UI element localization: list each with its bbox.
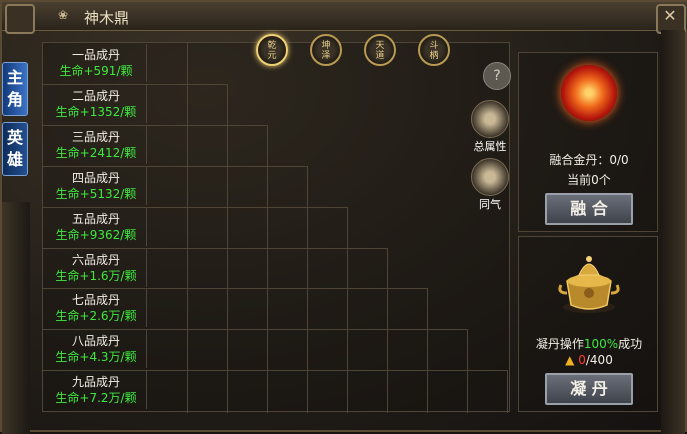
elixir-row-label: 九品成丹 生命+7.2万/颗 bbox=[46, 371, 147, 410]
close-icon[interactable]: ✕ bbox=[659, 6, 681, 26]
elixir-row: 八品成丹 生命+4.3万/颗 bbox=[43, 329, 509, 369]
elixir-bonus: 生命+4.3万/颗 bbox=[55, 350, 137, 365]
fusion-panel: 融合金丹：0/0 当前0个 融 合 bbox=[518, 52, 658, 232]
gold-ingot-icon: ▲ bbox=[565, 353, 575, 367]
window-frame: ❀ 神木鼎 ✕ 主角 英雄 一品成丹 生命+591/颗 二品成丹 生命+1352/颗三… bbox=[0, 0, 687, 434]
tab-label-hero: 英雄 bbox=[7, 128, 24, 169]
dragon-ornament-left bbox=[2, 202, 30, 434]
tab-tiandao-label: 天道 bbox=[375, 41, 385, 61]
tab-label-protagonist: 主角 bbox=[7, 68, 24, 109]
title-bar: ❀ 神木鼎 ✕ bbox=[2, 2, 687, 34]
side-tabs: 主角 英雄 bbox=[2, 62, 28, 182]
condense-op-label: 凝丹操作100%成功 bbox=[519, 335, 659, 352]
elixir-grid: 一品成丹 生命+591/颗 二品成丹 生命+1352/颗 三品成丹 生命+2412/颗 四品… bbox=[42, 42, 510, 413]
dragon-ornament-right bbox=[661, 30, 685, 434]
fusion-current-label: 当前0个 bbox=[567, 173, 611, 187]
tab-qianyuan[interactable]: 乾元 bbox=[256, 34, 288, 66]
elixir-grade: 二品成丹 bbox=[71, 88, 120, 103]
elixir-row-label: 一品成丹生命+591/颗 bbox=[46, 44, 147, 82]
elixir-row: 六品成丹 生命+1.6万/颗 bbox=[43, 248, 509, 288]
window-title: 神木鼎 bbox=[84, 9, 130, 27]
resonance-button[interactable]: 同气 bbox=[468, 158, 512, 212]
resonance-label: 同气 bbox=[479, 198, 501, 211]
total-attributes-button[interactable]: 总属性 bbox=[468, 100, 512, 154]
elixir-row-label: 六品成丹 生命+1.6万/颗 bbox=[46, 248, 147, 287]
condense-count: ▲ 0/400 bbox=[519, 353, 659, 367]
cauldron-icon bbox=[558, 256, 620, 313]
condense-count-current: 0 bbox=[578, 353, 586, 367]
elixir-row: 二品成丹 生命+1352/颗 bbox=[43, 84, 509, 124]
grid-divider bbox=[507, 370, 508, 413]
elixir-grade: 三品成丹 bbox=[71, 129, 120, 144]
condense-button[interactable]: 凝 丹 bbox=[545, 373, 633, 405]
grid-divider bbox=[43, 411, 509, 413]
condense-op-suffix: 成功 bbox=[618, 337, 643, 351]
swirl-icon: ❀ bbox=[58, 8, 69, 22]
help-icon[interactable]: ? bbox=[483, 62, 511, 90]
tab-qianyuan-label: 乾元 bbox=[267, 41, 277, 61]
elixir-row-label: 七品成丹 生命+2.6万/颗 bbox=[46, 289, 147, 328]
robe-icon bbox=[471, 100, 509, 138]
condense-op-percent: 100% bbox=[583, 337, 619, 351]
elixir-row-label: 五品成丹 生命+9362/颗 bbox=[46, 207, 147, 246]
elixir-grade: 五品成丹 bbox=[71, 211, 120, 226]
tab-doubing[interactable]: 斗柄 bbox=[418, 34, 450, 66]
elixir-row: 七品成丹 生命+2.6万/颗 bbox=[43, 288, 509, 328]
elixir-row-label: 二品成丹 生命+1352/颗 bbox=[46, 84, 147, 123]
elixir-bonus: 生命+1352/颗 bbox=[55, 104, 137, 119]
grid-divider bbox=[227, 83, 228, 413]
elixir-bonus: 生命+5132/颗 bbox=[55, 186, 137, 201]
elixir-row-label: 三品成丹 生命+2412/颗 bbox=[46, 125, 147, 164]
elixir-grade: 九品成丹 bbox=[71, 375, 120, 390]
condense-op-prefix: 凝丹操作 bbox=[535, 337, 584, 351]
elixir-grade: 六品成丹 bbox=[71, 252, 120, 267]
grid-divider bbox=[427, 288, 428, 413]
elixir-grade: 八品成丹 bbox=[71, 334, 120, 349]
grid-divider bbox=[307, 165, 308, 413]
tab-protagonist[interactable]: 主角 bbox=[2, 62, 28, 116]
condense-panel: 凝丹操作100%成功 ▲ 0/400 凝 丹 bbox=[518, 236, 658, 412]
fuse-button[interactable]: 融 合 bbox=[545, 193, 633, 225]
grid-divider bbox=[187, 43, 188, 413]
tab-kunze-label: 坤泽 bbox=[321, 41, 331, 61]
elixir-bonus: 生命+7.2万/颗 bbox=[55, 391, 137, 406]
tab-hero[interactable]: 英雄 bbox=[2, 122, 28, 176]
swirl-icon bbox=[471, 158, 509, 196]
fire-orb-icon bbox=[561, 65, 617, 121]
elixir-bonus: 生命+2412/颗 bbox=[55, 145, 137, 160]
fusion-gold-label: 融合金丹：0/0 bbox=[549, 153, 629, 167]
elixir-grade: 一品成丹 bbox=[71, 48, 120, 62]
elixir-row: 九品成丹 生命+7.2万/颗 bbox=[43, 370, 509, 410]
elixir-grade: 四品成丹 bbox=[71, 170, 120, 185]
tab-doubing-label: 斗柄 bbox=[429, 41, 439, 61]
elixir-row-label: 八品成丹 生命+4.3万/颗 bbox=[46, 330, 147, 369]
elixir-row: 三品成丹 生命+2412/颗 bbox=[43, 125, 509, 165]
elixir-bonus: 生命+1.6万/颗 bbox=[55, 268, 137, 283]
elixir-row: 四品成丹 生命+5132/颗 bbox=[43, 166, 509, 206]
grid-divider bbox=[267, 124, 268, 413]
elixir-grade: 七品成丹 bbox=[71, 293, 120, 308]
elixir-bonus: 生命+2.6万/颗 bbox=[55, 309, 137, 324]
elixir-row-label: 四品成丹 生命+5132/颗 bbox=[46, 166, 147, 205]
tab-kunze[interactable]: 坤泽 bbox=[310, 34, 342, 66]
tab-tiandao[interactable]: 天道 bbox=[364, 34, 396, 66]
elixir-bonus: 生命+591/颗 bbox=[59, 64, 133, 78]
grid-divider bbox=[387, 247, 388, 413]
grid-divider bbox=[347, 206, 348, 413]
total-attributes-label: 总属性 bbox=[473, 140, 507, 153]
condense-count-total: /400 bbox=[585, 353, 613, 367]
corner-ornament-left bbox=[5, 4, 35, 34]
elixir-row: 五品成丹 生命+9362/颗 bbox=[43, 207, 509, 247]
grid-divider bbox=[467, 329, 468, 413]
elixir-bonus: 生命+9362/颗 bbox=[55, 227, 137, 242]
